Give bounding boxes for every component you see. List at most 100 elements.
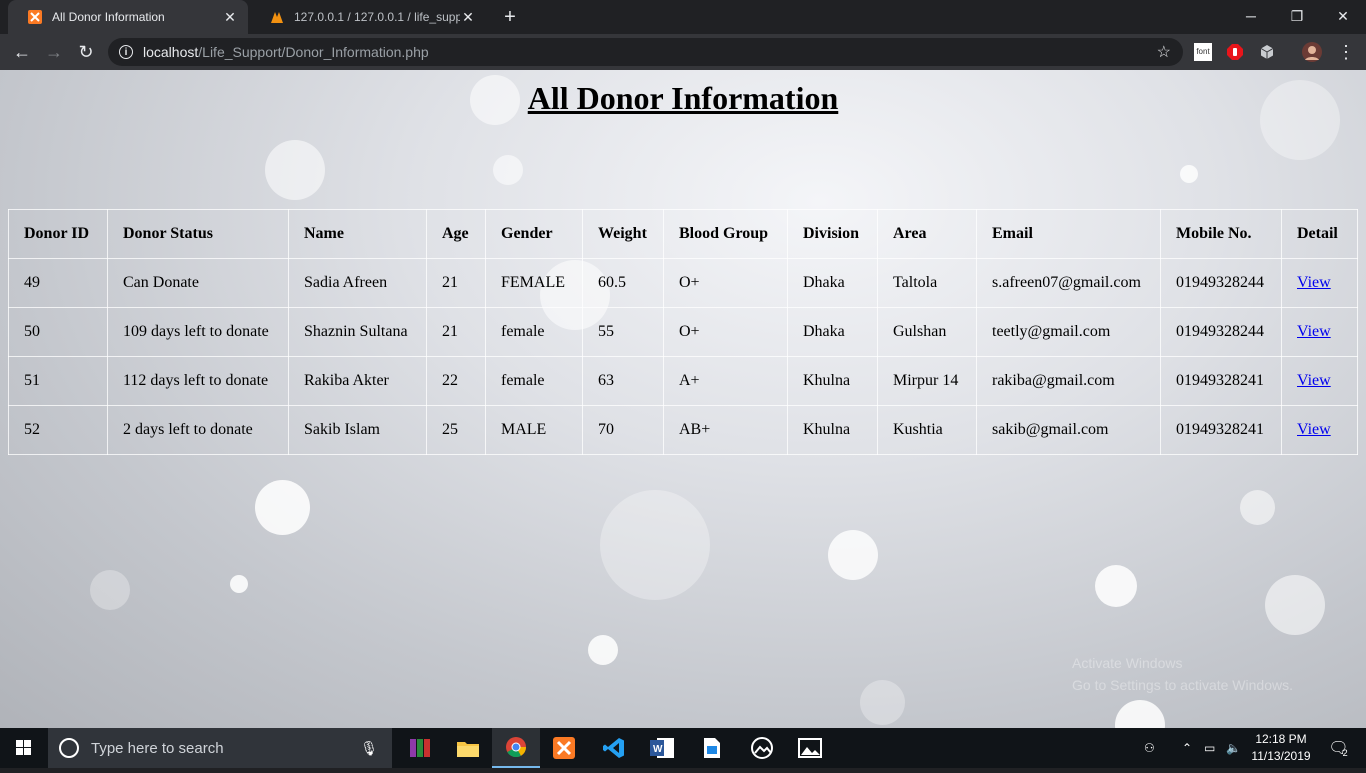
donor-gender: female xyxy=(485,356,583,406)
column-header: Name xyxy=(288,209,427,259)
donor-age: 21 xyxy=(426,258,486,308)
back-button[interactable]: ← xyxy=(10,40,34,64)
column-header: Email xyxy=(976,209,1161,259)
donor-blood-group: AB+ xyxy=(663,405,788,455)
font-extension-icon[interactable]: font xyxy=(1194,43,1212,61)
profile-avatar-icon[interactable] xyxy=(1302,42,1322,62)
donor-status: 2 days left to donate xyxy=(107,405,289,455)
bookmark-star-icon[interactable]: ☆ xyxy=(1157,42,1171,62)
column-header: Weight xyxy=(582,209,664,259)
restore-button[interactable]: ❐ xyxy=(1274,0,1320,32)
donor-division: Dhaka xyxy=(787,307,878,357)
donor-area: Gulshan xyxy=(877,307,977,357)
close-tab-icon[interactable]: ✕ xyxy=(222,9,238,26)
show-hidden-icons-chevron[interactable]: ⌃ xyxy=(1182,728,1192,768)
taskbar-search-box[interactable]: Type here to search 🎙 xyxy=(48,728,392,768)
page-content: All Donor Information Donor ID Donor Sta… xyxy=(0,70,1366,728)
clock-time: 12:18 PM xyxy=(1255,732,1307,746)
donor-table: Donor ID Donor Status Name Age Gender We… xyxy=(8,209,1358,455)
donor-weight: 70 xyxy=(582,405,664,455)
column-header: Detail xyxy=(1281,209,1358,259)
minimize-button[interactable]: ─ xyxy=(1228,0,1274,32)
xampp-app-icon[interactable] xyxy=(540,728,588,768)
photos-app-icon[interactable] xyxy=(786,728,834,768)
info-icon[interactable]: i xyxy=(119,45,133,59)
page-title: All Donor Information xyxy=(527,80,839,116)
microphone-icon[interactable]: 🎙 xyxy=(360,740,378,757)
url-text: localhost/Life_Support/Donor_Information… xyxy=(143,44,429,60)
donor-weight: 60.5 xyxy=(582,258,664,308)
activate-windows-hint: Go to Settings to activate Windows. xyxy=(1072,677,1293,693)
file-explorer-icon[interactable] xyxy=(444,728,492,768)
volume-icon[interactable]: 🔈 xyxy=(1226,728,1241,768)
view-detail-link[interactable]: View xyxy=(1297,372,1331,389)
column-header: Donor Status xyxy=(107,209,289,259)
tab-all-donor-information[interactable]: All Donor Information ✕ xyxy=(8,0,248,34)
address-bar[interactable]: i localhost/Life_Support/Donor_Informati… xyxy=(108,38,1183,66)
chrome-app-icon[interactable] xyxy=(492,728,540,768)
donor-blood-group: A+ xyxy=(663,356,788,406)
table-row: 50 109 days left to donate Shaznin Sulta… xyxy=(8,307,1358,357)
xampp-icon xyxy=(28,10,42,24)
donor-weight: 55 xyxy=(582,307,664,357)
winrar-app-icon[interactable] xyxy=(396,728,444,768)
table-row: 49 Can Donate Sadia Afreen 21 FEMALE 60.… xyxy=(8,258,1358,308)
phpmyadmin-icon xyxy=(271,12,283,23)
taskbar: Type here to search 🎙 W ⚇ ⌃ ▭ 🔈 12:18 PM… xyxy=(0,728,1366,768)
svg-text:W: W xyxy=(653,744,663,755)
donor-area: Mirpur 14 xyxy=(877,356,977,406)
tab-phpmyadmin[interactable]: 127.0.0.1 / 127.0.0.1 / life_suppor ✕ xyxy=(250,0,486,34)
notification-center-icon[interactable]: 🗨 2 xyxy=(1324,728,1352,768)
donor-division: Khulna xyxy=(787,405,878,455)
forward-button[interactable]: → xyxy=(42,40,66,64)
clock-date: 11/13/2019 xyxy=(1251,749,1311,763)
view-detail-link[interactable]: View xyxy=(1297,323,1331,340)
donor-blood-group: O+ xyxy=(663,307,788,357)
donor-mobile: 01949328241 xyxy=(1160,405,1282,455)
donor-email: teetly@gmail.com xyxy=(976,307,1161,357)
search-placeholder: Type here to search xyxy=(91,739,224,757)
word-app-icon[interactable]: W xyxy=(638,728,686,768)
notification-count: 2 xyxy=(1342,748,1348,758)
view-detail-link[interactable]: View xyxy=(1297,274,1331,291)
donor-name: Rakiba Akter xyxy=(288,356,427,406)
cube-extension-icon[interactable] xyxy=(1258,43,1276,61)
photo-viewer-icon[interactable] xyxy=(688,728,736,768)
donor-gender: female xyxy=(485,307,583,357)
cortana-icon xyxy=(59,738,79,758)
donor-email: sakib@gmail.com xyxy=(976,405,1161,455)
column-header: Division xyxy=(787,209,878,259)
new-tab-button[interactable]: + xyxy=(498,5,522,29)
column-header: Area xyxy=(877,209,977,259)
tab-title: All Donor Information xyxy=(52,10,165,24)
menu-kebab-icon[interactable]: ⋮ xyxy=(1334,40,1358,64)
detail-cell: View xyxy=(1281,356,1358,406)
close-tab-icon[interactable]: ✕ xyxy=(460,9,476,26)
close-window-button[interactable]: ✕ xyxy=(1320,0,1366,32)
snipping-tool-icon[interactable] xyxy=(738,728,786,768)
taskbar-clock[interactable]: 12:18 PM 11/13/2019 xyxy=(1244,731,1318,765)
column-header: Gender xyxy=(485,209,583,259)
detail-cell: View xyxy=(1281,307,1358,357)
donor-gender: FEMALE xyxy=(485,258,583,308)
reload-button[interactable]: ↻ xyxy=(74,40,98,64)
people-icon[interactable]: ⚇ xyxy=(1144,728,1155,768)
table-row: 51 112 days left to donate Rakiba Akter … xyxy=(8,356,1358,406)
column-header: Mobile No. xyxy=(1160,209,1282,259)
donor-status: 112 days left to donate xyxy=(107,356,289,406)
donor-id: 51 xyxy=(8,356,108,406)
adblock-extension-icon[interactable] xyxy=(1226,43,1244,61)
network-icon[interactable]: ▭ xyxy=(1204,728,1215,768)
donor-name: Sakib Islam xyxy=(288,405,427,455)
donor-mobile: 01949328241 xyxy=(1160,356,1282,406)
donor-blood-group: O+ xyxy=(663,258,788,308)
donor-area: Taltola xyxy=(877,258,977,308)
donor-status: 109 days left to donate xyxy=(107,307,289,357)
vscode-app-icon[interactable] xyxy=(590,728,638,768)
donor-area: Kushtia xyxy=(877,405,977,455)
windows-logo-icon xyxy=(16,740,31,755)
view-detail-link[interactable]: View xyxy=(1297,421,1331,438)
start-button[interactable] xyxy=(0,728,48,768)
donor-age: 22 xyxy=(426,356,486,406)
donor-mobile: 01949328244 xyxy=(1160,258,1282,308)
